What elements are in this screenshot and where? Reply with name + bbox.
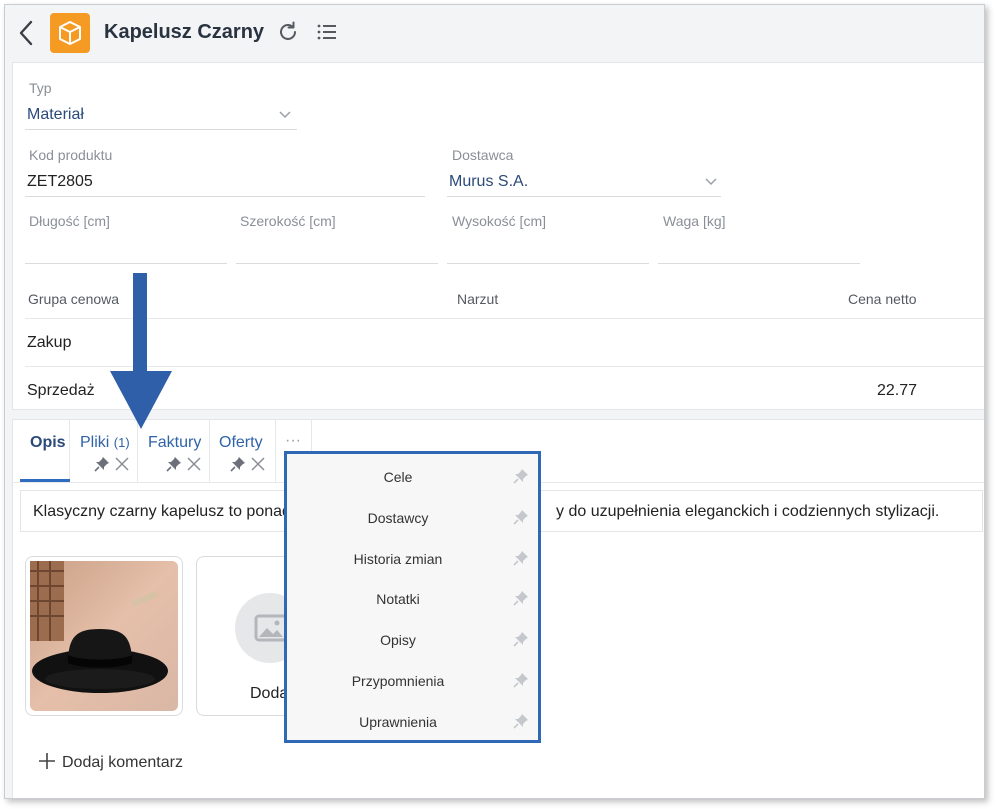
- chevron-down-icon: [705, 178, 717, 186]
- markup-header: Narzut: [457, 291, 499, 307]
- add-comment-button[interactable]: Dodaj komentarz: [38, 752, 183, 772]
- weight-field[interactable]: [658, 231, 860, 261]
- refresh-button[interactable]: [276, 20, 300, 44]
- menu-item-historia-zmian[interactable]: Historia zmian: [287, 539, 538, 579]
- tab-opis[interactable]: Opis: [20, 420, 70, 482]
- header: Kapelusz Czarny: [5, 5, 984, 61]
- menu-item-przypomnienia[interactable]: Przypomnienia: [287, 661, 538, 701]
- menu-item-label: Cele: [383, 469, 413, 485]
- add-image-label: Doda: [250, 685, 289, 702]
- net-price-cell: 22.77: [877, 382, 918, 399]
- product-code-field[interactable]: ZET2805: [27, 173, 93, 191]
- page-title: Kapelusz Czarny: [104, 21, 265, 43]
- product-code-label: Kod produktu: [29, 147, 113, 163]
- length-label: Długość [cm]: [29, 213, 110, 229]
- product-code-underline: [25, 196, 425, 197]
- supplier-value: Murus S.A.: [449, 173, 529, 190]
- price-group-header: Grupa cenowa: [28, 291, 120, 307]
- box-icon: [50, 13, 90, 53]
- type-select[interactable]: Materiał: [25, 99, 297, 131]
- add-comment-label: Dodaj komentarz: [62, 754, 183, 771]
- pin-icon[interactable]: [166, 456, 182, 472]
- menu-item-notatki[interactable]: Notatki: [287, 579, 538, 619]
- length-underline: [25, 263, 227, 264]
- net-price-header: Cena netto: [848, 291, 917, 307]
- tab-label: Opis: [30, 434, 66, 451]
- pin-icon[interactable]: [94, 456, 110, 472]
- list-button[interactable]: [315, 20, 339, 44]
- menu-item-label: Opisy: [380, 632, 416, 648]
- width-underline: [236, 263, 438, 264]
- type-label: Typ: [29, 80, 52, 96]
- pin-icon[interactable]: [513, 590, 529, 606]
- type-value: Materiał: [27, 106, 84, 123]
- supplier-label: Dostawca: [452, 147, 514, 163]
- refresh-icon: [280, 21, 296, 40]
- close-icon[interactable]: [186, 456, 202, 472]
- tab-label: Pliki (1): [80, 434, 130, 451]
- list-icon: [317, 24, 336, 40]
- height-label: Wysokość [cm]: [452, 213, 546, 229]
- menu-item-dostawcy[interactable]: Dostawcy: [287, 498, 538, 538]
- tab-label: Faktury: [148, 434, 202, 451]
- tab-oferty[interactable]: Oferty: [210, 420, 276, 482]
- pin-icon[interactable]: [230, 456, 246, 472]
- pin-icon[interactable]: [513, 550, 529, 566]
- product-image[interactable]: [25, 556, 183, 716]
- price-group-cell: Zakup: [27, 334, 72, 351]
- description-text-end: y do uzupełnienia eleganckich i codzienn…: [556, 503, 940, 520]
- menu-item-label: Historia zmian: [353, 551, 443, 567]
- chevron-left-icon: [19, 20, 33, 46]
- menu-item-label: Uprawnienia: [359, 714, 437, 730]
- pin-icon[interactable]: [513, 631, 529, 647]
- weight-underline: [658, 263, 860, 264]
- width-field[interactable]: [236, 231, 438, 261]
- weight-label: Waga [kg]: [663, 213, 726, 229]
- menu-item-label: Przypomnienia: [351, 673, 445, 689]
- supplier-select[interactable]: Murus S.A.: [447, 165, 721, 197]
- close-icon[interactable]: [114, 456, 130, 472]
- height-field[interactable]: [447, 231, 649, 261]
- menu-item-opisy[interactable]: Opisy: [287, 620, 538, 660]
- more-tabs-menu: Cele Dostawcy Historia zmian Notatki Opi…: [284, 451, 541, 743]
- menu-item-label: Notatki: [376, 591, 420, 607]
- pin-icon[interactable]: [513, 713, 529, 729]
- plus-icon: [39, 753, 55, 769]
- width-label: Szerokość [cm]: [240, 213, 336, 229]
- chevron-down-icon: [279, 111, 291, 119]
- pin-icon[interactable]: [513, 468, 529, 484]
- tab-label: Oferty: [219, 434, 263, 451]
- description-text-start: Klasyczny czarny kapelusz to ponad: [33, 503, 291, 520]
- more-tabs-icon: ···: [285, 432, 301, 449]
- height-underline: [447, 263, 649, 264]
- supplier-underline: [447, 196, 721, 197]
- menu-item-label: Dostawcy: [367, 510, 429, 526]
- type-underline: [25, 129, 297, 130]
- pin-icon[interactable]: [513, 672, 529, 688]
- hat-photo: [30, 561, 178, 711]
- arrow-down-icon: [110, 273, 172, 429]
- menu-item-cele[interactable]: Cele: [287, 457, 538, 497]
- length-field[interactable]: [25, 231, 227, 261]
- price-group-cell: Sprzedaż: [27, 382, 95, 399]
- pin-icon[interactable]: [513, 509, 529, 525]
- menu-item-uprawnienia[interactable]: Uprawnienia: [287, 702, 538, 742]
- close-icon[interactable]: [250, 456, 266, 472]
- back-button[interactable]: [15, 19, 39, 47]
